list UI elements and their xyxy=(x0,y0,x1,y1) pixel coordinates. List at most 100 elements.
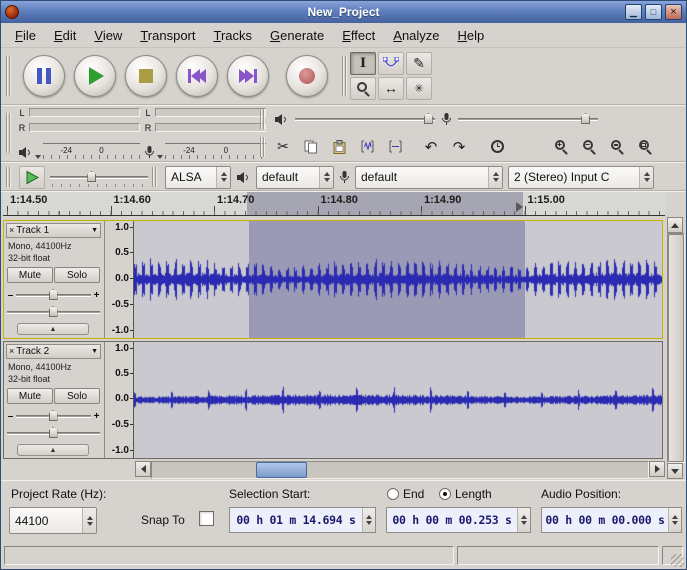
mixer-toolbar-grip[interactable] xyxy=(260,109,265,129)
length-radio[interactable] xyxy=(439,488,451,500)
menu-effect[interactable]: Effect xyxy=(333,25,384,46)
track-1-pan-slider[interactable] xyxy=(7,305,100,319)
playhead-pointer-icon[interactable] xyxy=(516,202,523,212)
horizontal-scrollbar[interactable] xyxy=(135,461,665,479)
input-volume-slider[interactable] xyxy=(458,112,598,126)
record-button[interactable] xyxy=(286,55,328,97)
track-2-pan-thumb[interactable] xyxy=(49,427,58,438)
track-1-header[interactable]: × Track 1 ▼ xyxy=(6,223,101,238)
resize-grip-icon[interactable] xyxy=(671,554,684,567)
skip-to-start-button[interactable] xyxy=(176,55,218,97)
track-2-gain-slider[interactable] xyxy=(16,409,91,423)
end-radio[interactable] xyxy=(387,488,399,500)
output-device-select[interactable]: default xyxy=(256,166,334,189)
vertical-scrollbar[interactable] xyxy=(667,217,685,479)
track-2-pan-slider[interactable] xyxy=(7,426,100,440)
track-1-gain-thumb[interactable] xyxy=(49,289,58,300)
snap-to-checkbox[interactable] xyxy=(199,511,214,526)
track-1-title[interactable]: Track 1 xyxy=(16,225,89,236)
selection-start-time-field[interactable]: 00 h 01 m 14.694 s xyxy=(229,507,376,533)
skip-to-end-button[interactable] xyxy=(227,55,269,97)
minimize-button[interactable]: ▁ xyxy=(625,4,642,20)
track-1-pan-thumb[interactable] xyxy=(49,306,58,317)
track-menu-icon[interactable]: ▼ xyxy=(91,348,98,355)
input-channels-select[interactable]: 2 (Stereo) Input C xyxy=(508,166,654,189)
track-2-solo-button[interactable]: Solo xyxy=(54,388,100,404)
fit-selection-button[interactable] xyxy=(604,135,630,158)
playback-speed-thumb[interactable] xyxy=(87,171,96,182)
track-close-icon[interactable]: × xyxy=(9,226,14,235)
audio-host-select[interactable]: ALSA xyxy=(165,166,231,189)
horizontal-scroll-thumb[interactable] xyxy=(256,462,307,478)
playback-speed-slider[interactable] xyxy=(50,170,148,184)
track-1-vertical-ruler[interactable]: 1.0 0.5 0.0 -0.5 -1.0 xyxy=(105,221,134,338)
menu-generate[interactable]: Generate xyxy=(261,25,333,46)
pause-button[interactable] xyxy=(23,55,65,97)
edit-toolbar-grip[interactable] xyxy=(260,137,265,157)
silence-audio-button[interactable] xyxy=(382,135,408,158)
vertical-scroll-track[interactable] xyxy=(667,233,685,463)
input-device-select[interactable]: default xyxy=(355,166,503,189)
scroll-up-arrow-icon[interactable] xyxy=(667,217,683,233)
menu-transport[interactable]: Transport xyxy=(131,25,204,46)
track-2-waveform[interactable] xyxy=(134,342,662,458)
trim-audio-button[interactable] xyxy=(354,135,380,158)
vertical-scroll-thumb[interactable] xyxy=(668,234,684,462)
play-button[interactable] xyxy=(74,55,116,97)
track-2-title[interactable]: Track 2 xyxy=(16,346,89,357)
transport-toolbar-grip[interactable] xyxy=(6,56,11,96)
track-1-waveform[interactable] xyxy=(134,221,662,338)
fit-project-button[interactable] xyxy=(632,135,658,158)
timeline-ruler[interactable]: 1:14.50 1:14.60 1:14.70 1:14.80 1:14.90 … xyxy=(3,192,665,216)
device-toolbar-grip[interactable] xyxy=(152,167,157,187)
zoom-out-button[interactable]: − xyxy=(576,135,602,158)
track-menu-icon[interactable]: ▼ xyxy=(91,227,98,234)
scroll-down-arrow-icon[interactable] xyxy=(667,463,683,479)
playback-meter[interactable]: L R -24 0 xyxy=(18,107,140,159)
length-radio-label[interactable]: Length xyxy=(455,487,492,501)
menu-analyze[interactable]: Analyze xyxy=(384,25,448,46)
timeshift-tool-button[interactable]: ↔ xyxy=(378,77,404,100)
selection-length-time-field[interactable]: 00 h 00 m 00.253 s xyxy=(386,507,531,533)
multi-tool-button[interactable]: ✳ xyxy=(406,77,432,100)
maximize-button[interactable]: □ xyxy=(645,4,662,20)
end-radio-label[interactable]: End xyxy=(403,487,424,501)
menu-tracks[interactable]: Tracks xyxy=(205,25,262,46)
track-close-icon[interactable]: × xyxy=(9,347,14,356)
play-at-speed-button[interactable] xyxy=(19,166,45,189)
track-2-wave-area[interactable] xyxy=(134,342,662,458)
title-bar[interactable]: New_Project ▁ □ × xyxy=(1,1,686,23)
project-rate-select[interactable]: 44100 xyxy=(9,507,97,534)
sync-lock-button[interactable] xyxy=(484,135,510,158)
menu-help[interactable]: Help xyxy=(449,25,494,46)
track-1-mute-button[interactable]: Mute xyxy=(7,267,53,283)
menu-view[interactable]: View xyxy=(85,25,131,46)
menu-file[interactable]: File xyxy=(6,25,45,46)
track-1-gain-slider[interactable] xyxy=(16,288,91,302)
zoom-tool-button[interactable] xyxy=(350,77,376,100)
meter-dropdown-icon[interactable] xyxy=(157,155,163,159)
stop-button[interactable] xyxy=(125,55,167,97)
draw-tool-button[interactable]: ✎ xyxy=(406,52,432,75)
track-1-solo-button[interactable]: Solo xyxy=(54,267,100,283)
cut-button[interactable]: ✂ xyxy=(270,135,296,158)
paste-button[interactable] xyxy=(326,135,352,158)
track-2-mute-button[interactable]: Mute xyxy=(7,388,53,404)
track-2-gain-thumb[interactable] xyxy=(49,410,58,421)
close-button[interactable]: × xyxy=(665,4,682,20)
track-1-collapse-button[interactable]: ▲ xyxy=(17,323,89,335)
scroll-right-arrow-icon[interactable] xyxy=(649,461,665,477)
menu-edit[interactable]: Edit xyxy=(45,25,85,46)
meter-dropdown-icon[interactable] xyxy=(35,155,41,159)
input-volume-thumb[interactable] xyxy=(581,113,590,124)
transcription-toolbar-grip[interactable] xyxy=(6,167,11,187)
output-volume-thumb[interactable] xyxy=(424,113,433,124)
scroll-left-arrow-icon[interactable] xyxy=(135,461,151,477)
zoom-in-button[interactable]: + xyxy=(548,135,574,158)
horizontal-scroll-track[interactable] xyxy=(151,461,649,479)
audio-position-time-field[interactable]: 00 h 00 m 00.000 s xyxy=(541,507,682,533)
track-1-wave-area[interactable] xyxy=(134,221,662,338)
copy-button[interactable] xyxy=(298,135,324,158)
redo-button[interactable]: ↷ xyxy=(446,135,472,158)
selection-tool-button[interactable]: I xyxy=(350,52,376,75)
